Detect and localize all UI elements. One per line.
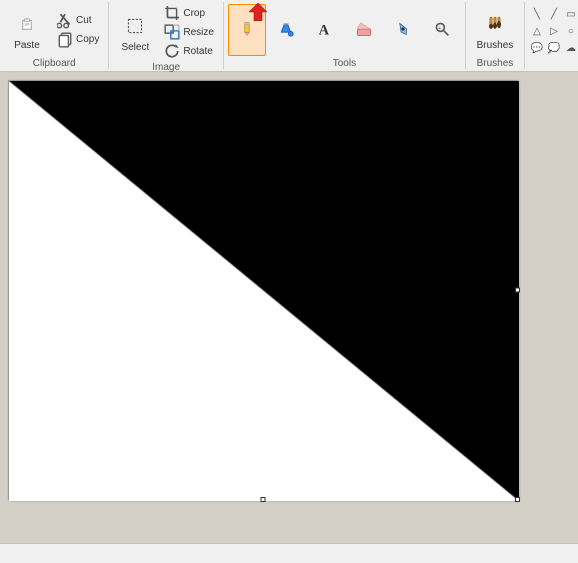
shapes-row-3: 💬 💭 ☁ ♥ ✓ ↔ ↕ ↗ [529,40,578,56]
crop-label: Crop [183,8,205,19]
shapes-row-1: ╲ ╱ ▭ ⬜ ⬡ ▷ ◇ ⬠ [529,6,578,22]
crop-button[interactable]: Crop [159,4,219,22]
svg-text:+: + [438,26,441,32]
tools-items: A [228,4,461,56]
shape-ellipse[interactable]: ○ [563,23,578,39]
tools-group: A [224,2,466,69]
canvas-area [0,72,578,543]
paste-button[interactable]: Paste [4,4,50,56]
shape-rtri[interactable]: ▷ [546,23,562,39]
shape-tri[interactable]: △ [529,23,545,39]
brushes-items: Brushes [470,4,520,56]
copy-button[interactable]: Copy [52,31,104,49]
shape-line2[interactable]: ╱ [546,6,562,22]
shape-bubble1[interactable]: 💬 [529,40,545,56]
paste-label: Paste [14,40,40,51]
eraser-button[interactable] [345,4,383,56]
cut-copy-col: Cut Copy [52,12,104,49]
resize-icon [164,24,180,40]
magnifier-icon: + [428,15,456,43]
image-group: Select Crop [109,2,224,69]
brushes-group-label: Brushes [477,56,514,69]
paste-icon [13,10,41,38]
image-items: Select Crop [113,4,219,60]
select-area: Select [113,6,157,58]
clipboard-items: Paste Cut [4,4,104,56]
shape-bubble2[interactable]: 💭 [546,40,562,56]
brushes-label: Brushes [477,40,514,51]
copy-label: Copy [76,34,99,45]
fill-bucket-icon [272,15,300,43]
select-label: Select [121,42,149,53]
select-icon [121,12,149,40]
shapes-items: ╲ ╱ ▭ ⬜ ⬡ ▷ ◇ ⬠ △ ▷ ○ ⬡ ✦ ★ ✶ ✴ [529,4,578,58]
shape-line[interactable]: ╲ [529,6,545,22]
svg-text:A: A [319,23,330,37]
brushes-group: Brushes Brushes [466,2,525,69]
rotate-button[interactable]: Rotate [159,42,219,60]
magnifier-button[interactable]: + [423,4,461,56]
handle-bottom-right[interactable] [515,497,520,502]
crop-icon [164,5,180,21]
resize-label: Resize [183,27,214,38]
color-picker-button[interactable] [384,4,422,56]
shapes-grid: ╲ ╱ ▭ ⬜ ⬡ ▷ ◇ ⬠ △ ▷ ○ ⬡ ✦ ★ ✶ ✴ [529,6,578,56]
status-bar [0,543,578,563]
eraser-icon [350,15,378,43]
image-label: Image [152,60,180,73]
pencil-button[interactable] [228,4,266,56]
text-icon: A [311,15,339,43]
red-arrow-indicator [249,3,267,24]
canvas-wrapper[interactable] [8,80,518,500]
clipboard-group: Paste Cut [0,2,109,69]
resize-button[interactable]: Resize [159,23,219,41]
text-button[interactable]: A [306,4,344,56]
handle-right-mid[interactable] [515,288,520,293]
color-picker-icon [389,15,417,43]
rotate-icon [164,43,180,59]
shape-rect[interactable]: ▭ [563,6,578,22]
brushes-button[interactable]: Brushes [470,4,520,56]
paint-canvas[interactable] [9,81,519,501]
tools-label: Tools [333,56,356,69]
select-button[interactable]: Select [113,6,157,58]
cut-label: Cut [76,15,92,26]
clipboard-label: Clipboard [33,56,76,69]
shapes-group: ╲ ╱ ▭ ⬜ ⬡ ▷ ◇ ⬠ △ ▷ ○ ⬡ ✦ ★ ✶ ✴ [525,2,578,69]
cut-button[interactable]: Cut [52,12,104,30]
handle-bottom-mid[interactable] [261,497,266,502]
ribbon: Paste Cut [0,0,578,72]
rotate-label: Rotate [183,46,212,57]
fill-button[interactable] [267,4,305,56]
brushes-icon [481,10,509,38]
cut-icon [57,13,73,29]
shape-cloud[interactable]: ☁ [563,40,578,56]
shapes-row-2: △ ▷ ○ ⬡ ✦ ★ ✶ ✴ [529,23,578,39]
copy-icon [57,32,73,48]
image-small-col: Crop Resize Rotate [159,4,219,60]
